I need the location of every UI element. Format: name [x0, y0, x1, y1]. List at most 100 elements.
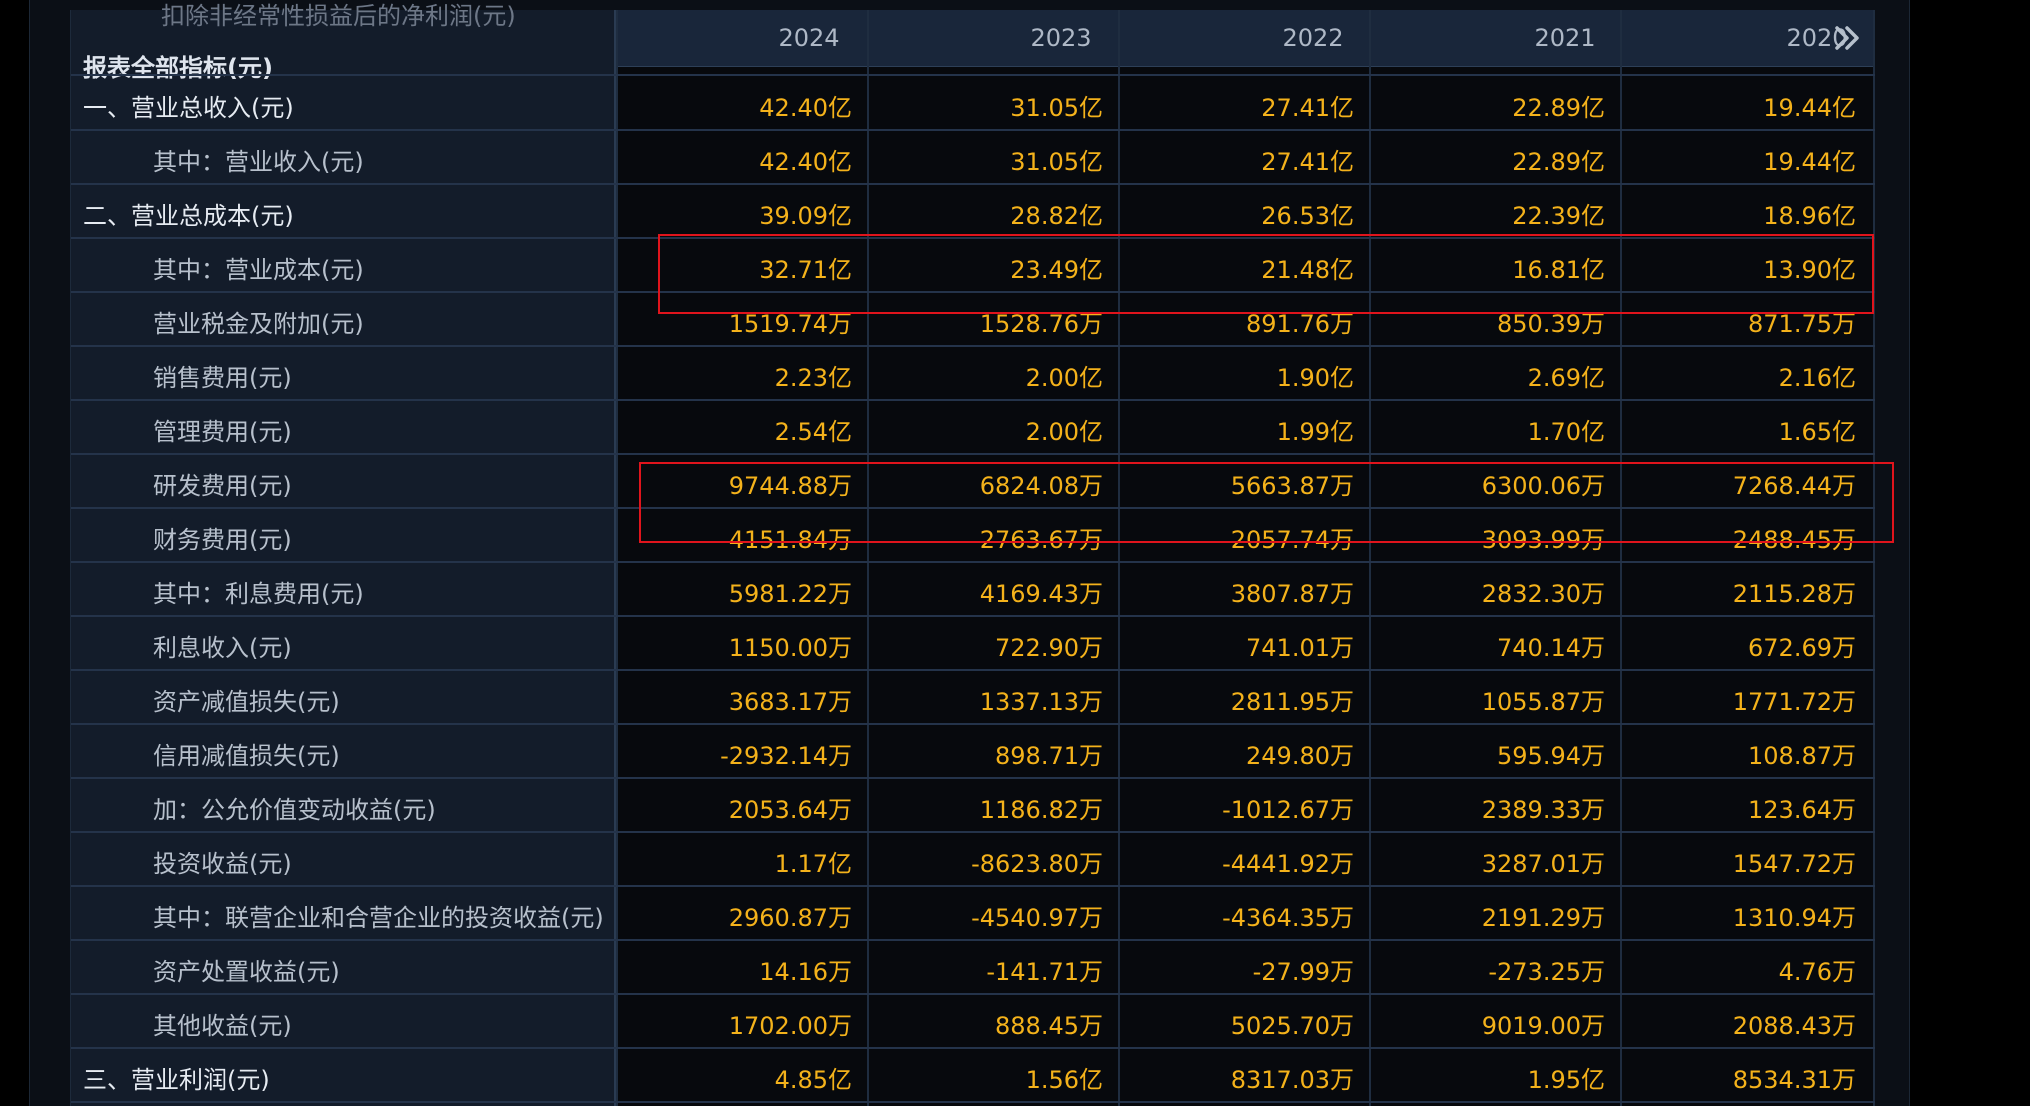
value-cell-2021: 3287.01万: [1481, 850, 1605, 878]
value-cell-2020: 1547.72万: [1732, 850, 1856, 878]
financial-table: 扣除非经常性损益后的净利润(元) 报表全部指标(元) 2024 2023 202…: [70, 2, 1894, 1106]
row-divider: [71, 345, 1875, 347]
value-cell-2021: 2191.29万: [1481, 904, 1605, 932]
value-cell-2021: 2832.30万: [1481, 580, 1605, 608]
value-cell-2023: 4169.43万: [979, 580, 1103, 608]
highlight-box-rd-expense: [639, 462, 1894, 543]
value-cell-2020: 108.87万: [1748, 742, 1856, 770]
value-cell-2021: -273.25万: [1488, 958, 1605, 986]
value-cell-2023: 898.71万: [995, 742, 1103, 770]
row-label: 三、营业利润(元): [83, 1066, 270, 1094]
value-cell-2023: -4540.97万: [971, 904, 1103, 932]
value-cell-2024: 14.16万: [759, 958, 852, 986]
value-cell-2023: 722.90万: [995, 634, 1103, 662]
value-cell-2023: 1186.82万: [979, 796, 1103, 824]
value-cell-2022: 1.90亿: [1276, 364, 1354, 392]
value-cell-2020: 123.64万: [1748, 796, 1856, 824]
value-cell-2022: 741.01万: [1246, 634, 1354, 662]
value-cell-2022: -1012.67万: [1222, 796, 1354, 824]
value-cell-2021: 2389.33万: [1481, 796, 1605, 824]
row-divider: [71, 777, 1875, 779]
row-divider: [71, 453, 1875, 455]
value-cell-2022: 27.41亿: [1261, 148, 1354, 176]
row-divider: [71, 993, 1875, 995]
row-label: 加：公允价值变动收益(元): [153, 796, 436, 824]
value-cell-2023: 31.05亿: [1010, 94, 1103, 122]
value-cell-2021: 2.69亿: [1527, 364, 1605, 392]
top-label-partial: 扣除非经常性损益后的净利润(元): [161, 2, 516, 30]
value-cell-2022: -4364.35万: [1222, 904, 1354, 932]
value-cell-2023: -8623.80万: [971, 850, 1103, 878]
year-header-2024[interactable]: 2024: [684, 10, 934, 66]
value-cell-2022: 26.53亿: [1261, 202, 1354, 230]
row-label: 其他收益(元): [153, 1012, 292, 1040]
chevron-double-right-icon[interactable]: [1831, 22, 1863, 54]
row-label: 其中：营业收入(元): [153, 148, 364, 176]
highlight-box-operating-cost: [658, 234, 1874, 314]
value-cell-2024: 42.40亿: [759, 94, 852, 122]
value-cell-2023: 31.05亿: [1010, 148, 1103, 176]
row-label: 利息收入(元): [153, 634, 292, 662]
row-divider: [71, 399, 1875, 401]
value-cell-2020: 1.65亿: [1778, 418, 1856, 446]
value-cell-2024: 39.09亿: [759, 202, 852, 230]
value-cell-2024: 5981.22万: [728, 580, 852, 608]
year-header-2022[interactable]: 2022: [1188, 10, 1438, 66]
year-header-2021[interactable]: 2021: [1440, 10, 1690, 66]
year-header-2020[interactable]: 2020: [1692, 10, 1942, 66]
value-cell-2022: -4441.92万: [1222, 850, 1354, 878]
row-divider: [71, 74, 1875, 76]
row-divider: [71, 939, 1875, 941]
value-cell-2021: 22.39亿: [1512, 202, 1605, 230]
value-cell-2024: 1702.00万: [728, 1012, 852, 1040]
value-cell-2021: 1.95亿: [1527, 1066, 1605, 1094]
value-cell-2024: -2932.14万: [720, 742, 852, 770]
row-divider: [71, 129, 1875, 131]
row-label: 营业税金及附加(元): [153, 310, 364, 338]
value-cell-2023: 2.00亿: [1025, 418, 1103, 446]
value-cell-2020: 2.16亿: [1778, 364, 1856, 392]
value-cell-2022: -27.99万: [1252, 958, 1354, 986]
row-label: 其中：营业成本(元): [153, 256, 364, 284]
row-label: 资产减值损失(元): [153, 688, 340, 716]
value-cell-2023: 1.56亿: [1025, 1066, 1103, 1094]
value-cell-2022: 1.99亿: [1276, 418, 1354, 446]
row-label: 管理费用(元): [153, 418, 292, 446]
value-cell-2023: -141.71万: [986, 958, 1103, 986]
year-header-2023[interactable]: 2023: [936, 10, 1186, 66]
row-label: 二、营业总成本(元): [83, 202, 294, 230]
value-cell-2020: 1310.94万: [1732, 904, 1856, 932]
value-cell-2022: 27.41亿: [1261, 94, 1354, 122]
value-cell-2020: 2088.43万: [1732, 1012, 1856, 1040]
value-cell-2024: 4.85亿: [774, 1066, 852, 1094]
row-divider: [71, 831, 1875, 833]
value-cell-2024: 42.40亿: [759, 148, 852, 176]
value-cell-2020: 1771.72万: [1732, 688, 1856, 716]
value-cell-2024: 1.17亿: [774, 850, 852, 878]
row-divider: [71, 885, 1875, 887]
value-cell-2020: 4.76万: [1778, 958, 1856, 986]
row-divider: [71, 723, 1875, 725]
row-label: 其中：利息费用(元): [153, 580, 364, 608]
value-cell-2023: 2.00亿: [1025, 364, 1103, 392]
value-cell-2020: 2115.28万: [1732, 580, 1856, 608]
value-cell-2021: 740.14万: [1497, 634, 1605, 662]
value-cell-2024: 2053.64万: [728, 796, 852, 824]
value-cell-2020: 8534.31万: [1732, 1066, 1856, 1094]
row-label: 一、营业总收入(元): [83, 94, 294, 122]
value-cell-2024: 2.54亿: [774, 418, 852, 446]
row-label: 销售费用(元): [153, 364, 292, 392]
value-cell-2021: 595.94万: [1497, 742, 1605, 770]
value-cell-2020: 18.96亿: [1763, 202, 1856, 230]
row-label: 投资收益(元): [153, 850, 292, 878]
row-divider: [71, 183, 1875, 185]
value-cell-2020: 19.44亿: [1763, 94, 1856, 122]
row-divider: [71, 1101, 1875, 1103]
value-cell-2020: 672.69万: [1748, 634, 1856, 662]
value-cell-2023: 1337.13万: [979, 688, 1103, 716]
column-divider: [1873, 10, 1875, 1106]
value-cell-2021: 22.89亿: [1512, 148, 1605, 176]
value-cell-2021: 22.89亿: [1512, 94, 1605, 122]
row-divider: [71, 669, 1875, 671]
row-label: 财务费用(元): [153, 526, 292, 554]
